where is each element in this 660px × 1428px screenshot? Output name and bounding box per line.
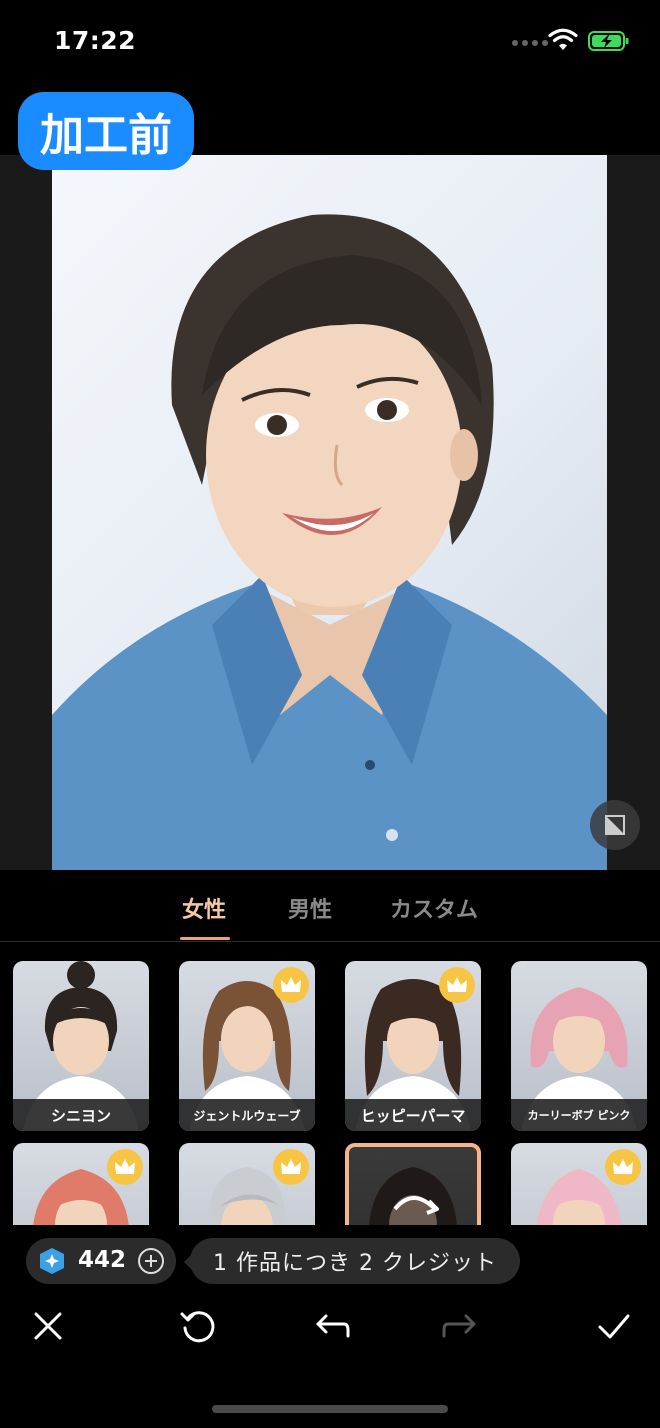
tab-female[interactable]: 女性 [182, 892, 226, 924]
active-tab-indicator [180, 937, 230, 940]
gender-tabs: 女性 男性 カスタム [0, 870, 660, 942]
crown-icon [613, 1159, 633, 1174]
status-bar: 17:22 [0, 0, 660, 90]
redo-icon[interactable] [442, 1306, 482, 1346]
hairstyle-card[interactable]: シニヨン [13, 961, 149, 1131]
credits-count: 442 [78, 1247, 127, 1273]
hairstyle-card-selected[interactable] [345, 1143, 481, 1225]
crown-icon [281, 977, 301, 992]
before-badge: 加工前 [18, 92, 194, 170]
status-time: 17:22 [54, 26, 137, 55]
premium-badge [273, 1149, 309, 1185]
portrait-photo[interactable] [52, 155, 607, 870]
add-credits-icon[interactable] [138, 1248, 164, 1274]
tab-male[interactable]: 男性 [288, 892, 332, 924]
hairstyle-label: ヒッピーパーマ [345, 1099, 481, 1131]
premium-badge [107, 1149, 143, 1185]
crown-icon [281, 1159, 301, 1174]
signal-icon [512, 40, 548, 46]
premium-badge [439, 967, 475, 1003]
tab-custom[interactable]: カスタム [390, 892, 478, 924]
hairstyle-grid: シニヨン ジェントルウェーブ ヒッピーパーマ カーリーボブ ピンク [0, 943, 660, 1225]
premium-badge [273, 967, 309, 1003]
credit-gem-icon [40, 1248, 64, 1274]
home-indicator[interactable] [212, 1405, 448, 1413]
hairstyle-card[interactable] [511, 1143, 647, 1225]
hairstyle-card[interactable] [179, 1143, 315, 1225]
photo-frame [0, 155, 660, 870]
battery-icon [588, 31, 629, 51]
compare-icon [605, 815, 625, 835]
close-icon[interactable] [28, 1306, 68, 1346]
crown-icon [447, 977, 467, 992]
hairstyle-card[interactable] [13, 1143, 149, 1225]
check-icon[interactable] [594, 1306, 634, 1346]
bottom-toolbar [0, 1296, 660, 1356]
hairstyle-thumbnail [369, 1167, 457, 1225]
crown-icon [115, 1159, 135, 1174]
portrait-illustration [52, 214, 607, 870]
hairstyle-label: カーリーボブ ピンク [511, 1099, 647, 1131]
hairstyle-card[interactable]: ヒッピーパーマ [345, 961, 481, 1131]
wifi-icon [548, 28, 578, 50]
hairstyle-label: ジェントルウェーブ [179, 1099, 315, 1131]
hairstyle-label: シニヨン [13, 1099, 149, 1131]
hairstyle-card[interactable]: カーリーボブ ピンク [511, 961, 647, 1131]
premium-badge [605, 1149, 641, 1185]
credit-cost-tooltip: 1 作品につき 2 クレジット [190, 1238, 520, 1284]
hairstyle-card[interactable]: ジェントルウェーブ [179, 961, 315, 1131]
compare-button[interactable] [590, 800, 640, 850]
reset-icon[interactable] [178, 1306, 218, 1346]
undo-icon[interactable] [310, 1306, 350, 1346]
credits-pill[interactable]: 442 [26, 1238, 176, 1284]
